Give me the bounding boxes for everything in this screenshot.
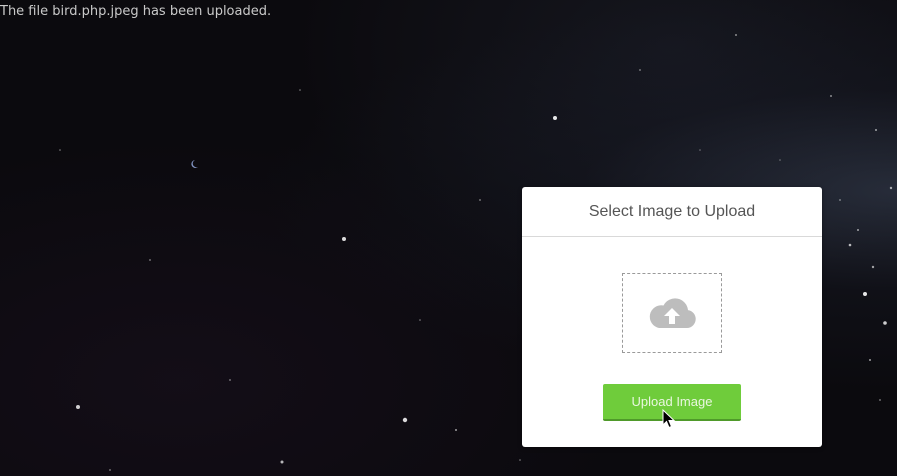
upload-panel: Select Image to Upload Upload Image <box>522 187 822 447</box>
upload-status-message: The file bird.php.jpeg has been uploaded… <box>0 4 272 19</box>
upload-panel-title: Select Image to Upload <box>588 202 756 220</box>
cloud-upload-icon <box>647 296 697 330</box>
image-drop-zone[interactable] <box>622 273 722 353</box>
upload-image-button[interactable]: Upload Image <box>603 384 741 421</box>
upload-panel-header: Select Image to Upload <box>522 187 822 237</box>
